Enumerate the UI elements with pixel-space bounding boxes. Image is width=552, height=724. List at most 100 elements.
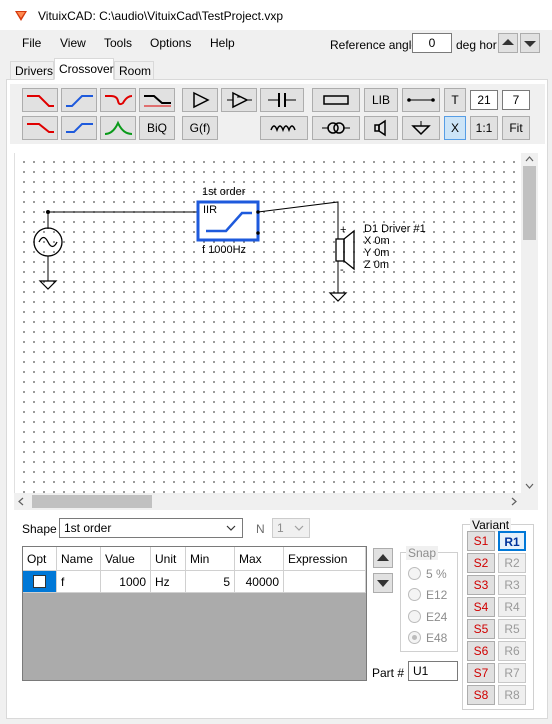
scroll-corner <box>521 493 538 510</box>
column-header-value[interactable]: Value <box>101 547 151 571</box>
bandstop-button[interactable] <box>100 88 136 112</box>
variant-r7-button[interactable]: R7 <box>498 663 526 683</box>
speaker-icon <box>374 119 386 137</box>
wire-button[interactable] <box>402 88 440 112</box>
move-up-button[interactable] <box>373 548 393 568</box>
inductor-button[interactable] <box>260 116 308 140</box>
driver-button[interactable] <box>364 116 398 140</box>
chevron-down-icon <box>294 525 304 531</box>
inverting-amplifier-icon <box>227 91 252 109</box>
opt-checkbox[interactable] <box>33 575 46 588</box>
capacitor-button[interactable] <box>260 88 304 112</box>
biquad-button[interactable]: BiQ <box>139 116 175 140</box>
snap-5pct-radio[interactable] <box>408 567 421 580</box>
horizontal-scroll-thumb[interactable] <box>32 495 152 508</box>
table-cell-value[interactable]: 1000 <box>101 571 151 593</box>
column-header-unit[interactable]: Unit <box>151 547 186 571</box>
variant-r3-button[interactable]: R3 <box>498 575 526 595</box>
text-tool-button[interactable]: T <box>444 88 466 112</box>
driver-y-label: Y 0m <box>364 247 389 259</box>
variant-s5-button[interactable]: S5 <box>467 619 495 639</box>
triangle-up-icon <box>377 554 389 561</box>
table-cell-expression[interactable] <box>284 571 366 593</box>
column-header-name[interactable]: Name <box>57 547 101 571</box>
variant-s8-button[interactable]: S8 <box>467 685 495 705</box>
angle-increase-button[interactable] <box>520 33 540 53</box>
menu-view[interactable]: View <box>60 36 86 50</box>
window-title: VituixCAD: C:\audio\VituixCad\TestProjec… <box>38 9 283 23</box>
angle-decrease-button[interactable] <box>498 33 518 53</box>
grid-x-field[interactable]: 21 <box>470 90 498 110</box>
table-cell-name[interactable]: f <box>57 571 101 593</box>
column-header-min[interactable]: Min <box>186 547 235 571</box>
variant-s6-button[interactable]: S6 <box>467 641 495 661</box>
scroll-down-icon[interactable] <box>524 482 535 490</box>
table-cell-unit[interactable]: Hz <box>151 571 186 593</box>
table-cell-max[interactable]: 40000 <box>235 571 284 593</box>
variant-r4-button[interactable]: R4 <box>498 597 526 617</box>
highpass-button[interactable] <box>61 88 97 112</box>
table-cell-opt[interactable] <box>23 571 57 593</box>
highpass2-button[interactable] <box>61 116 97 140</box>
scroll-right-icon[interactable] <box>510 496 518 507</box>
snap-e12-label: E12 <box>426 588 448 602</box>
menu-options[interactable]: Options <box>150 36 191 50</box>
menu-file[interactable]: File <box>22 36 41 50</box>
tab-room[interactable]: Room <box>114 61 154 80</box>
lowpass-button[interactable] <box>22 88 58 112</box>
snap-e24-radio[interactable] <box>408 610 421 623</box>
variant-s4-button[interactable]: S4 <box>467 597 495 617</box>
lib-button[interactable]: LIB <box>364 88 398 112</box>
shape-dropdown[interactable]: 1st order <box>59 518 243 538</box>
snap-e24-label: E24 <box>426 610 448 624</box>
inverting-amp-button[interactable] <box>221 88 257 112</box>
variant-r2-button[interactable]: R2 <box>498 553 526 573</box>
move-down-button[interactable] <box>373 573 393 593</box>
app-window: VituixCAD: C:\audio\VituixCad\TestProjec… <box>0 0 552 724</box>
driver-minus-label: - <box>340 264 344 276</box>
resistor-icon <box>323 95 349 105</box>
x-toggle-button[interactable]: X <box>444 116 466 140</box>
filter-type-label: IIR <box>203 204 217 216</box>
amplifier-button[interactable] <box>182 88 218 112</box>
ground-button[interactable] <box>402 116 440 140</box>
column-header-expression[interactable]: Expression <box>284 547 366 571</box>
grid-y-field[interactable]: 7 <box>502 90 530 110</box>
shelf-button[interactable] <box>139 88 175 112</box>
gain-function-button[interactable]: G(f) <box>182 116 218 140</box>
signal-source[interactable] <box>33 227 63 257</box>
variant-s3-button[interactable]: S3 <box>467 575 495 595</box>
triangle-down-icon <box>377 580 389 587</box>
column-header-max[interactable]: Max <box>235 547 284 571</box>
transformer-button[interactable] <box>312 116 360 140</box>
zoom-fit-button[interactable]: Fit <box>502 116 530 140</box>
scroll-left-icon[interactable] <box>17 496 25 507</box>
tab-drivers[interactable]: Drivers <box>10 61 54 80</box>
variant-s2-button[interactable]: S2 <box>467 553 495 573</box>
menu-tools[interactable]: Tools <box>104 36 132 50</box>
filter-order-label: 1st order <box>202 186 246 198</box>
lowpass2-button[interactable] <box>22 116 58 140</box>
variant-r6-button[interactable]: R6 <box>498 641 526 661</box>
snap-e12-radio[interactable] <box>408 588 421 601</box>
part-number-label: Part # <box>372 666 405 680</box>
column-header-opt[interactable]: Opt <box>23 547 57 571</box>
bandpass-button[interactable] <box>100 116 136 140</box>
variant-s1-button[interactable]: S1 <box>467 531 495 551</box>
resistor-button[interactable] <box>312 88 360 112</box>
scroll-up-icon[interactable] <box>524 155 535 163</box>
variant-s7-button[interactable]: S7 <box>467 663 495 683</box>
variant-r5-button[interactable]: R5 <box>498 619 526 639</box>
vertical-scroll-thumb[interactable] <box>523 166 536 240</box>
part-number-input[interactable]: U1 <box>408 661 458 681</box>
snap-e48-radio[interactable] <box>408 631 421 644</box>
tab-crossover[interactable]: Crossover <box>54 58 114 80</box>
reference-angle-input[interactable]: 0 <box>412 33 452 53</box>
driver-d1[interactable] <box>335 229 355 271</box>
n-dropdown[interactable]: 1 <box>272 518 310 538</box>
variant-r1-button[interactable]: R1 <box>498 531 526 551</box>
menu-help[interactable]: Help <box>210 36 235 50</box>
variant-r8-button[interactable]: R8 <box>498 685 526 705</box>
zoom-1-1-button[interactable]: 1:1 <box>470 116 498 140</box>
table-cell-min[interactable]: 5 <box>186 571 235 593</box>
